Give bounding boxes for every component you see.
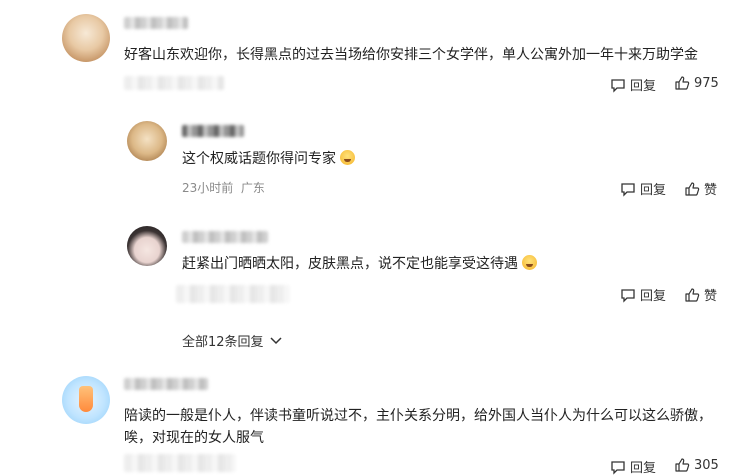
replier-avatar[interactable] (127, 121, 167, 161)
commenter-avatar[interactable] (62, 376, 110, 424)
thumbs-up-icon (685, 181, 700, 196)
comment-icon (611, 460, 625, 475)
reply-text: 赶紧出门晒晒太阳，皮肤黑点，说不定也能享受这待遇 (182, 253, 537, 275)
like-count: 305 (694, 457, 719, 473)
reply-meta: 23小时前 广东 (182, 180, 265, 196)
comment-meta-blurred (124, 76, 224, 90)
thumbs-up-icon (685, 287, 700, 302)
replier-name-blurred[interactable] (182, 231, 268, 243)
thumbs-up-icon (675, 76, 690, 90)
reply-button[interactable]: 回复 (610, 457, 656, 476)
reply-label: 回复 (630, 461, 657, 476)
like-button[interactable]: 975 (674, 75, 719, 91)
reply-button[interactable]: 回复 (610, 75, 656, 94)
comment-text-continued: 唉，对现在的女人服气 (124, 430, 264, 446)
comment-icon (611, 78, 625, 93)
reply-label: 回复 (640, 289, 667, 304)
like-label: 赞 (704, 289, 718, 304)
like-button[interactable]: 305 (674, 457, 719, 473)
like-label: 赞 (704, 183, 718, 198)
replier-avatar[interactable] (127, 226, 167, 266)
laughing-emoji-icon (340, 150, 355, 165)
reply-button[interactable]: 回复 (620, 179, 666, 198)
reply-meta-blurred (176, 285, 290, 303)
comment-text: 好客山东欢迎你，长得黑点的过去当场给你安排三个女学伴，单人公寓外加一年十来万助学… (124, 47, 698, 63)
comment-icon (621, 182, 635, 197)
commenter-name-blurred[interactable] (124, 17, 188, 29)
drink-icon (79, 386, 93, 412)
reply-label: 回复 (630, 79, 657, 94)
show-all-replies-button[interactable]: 全部12条回复 (182, 331, 282, 350)
comment-text: 陪读的一般是仆人，伴读书童听说过不，主仆关系分明，给外国人当仆人为什么可以这么骄… (124, 408, 712, 424)
commenter-avatar[interactable] (62, 14, 110, 62)
comment-meta-blurred (124, 454, 236, 472)
reply-button[interactable]: 回复 (620, 285, 666, 304)
thumbs-up-icon (675, 458, 690, 472)
like-button[interactable]: 赞 (684, 179, 717, 198)
commenter-name-blurred[interactable] (124, 378, 208, 390)
like-button[interactable]: 赞 (684, 285, 717, 304)
comment-icon (621, 288, 635, 303)
reply-location: 广东 (240, 181, 265, 195)
like-count: 975 (694, 75, 719, 91)
reply-time: 23小时前 (182, 181, 234, 195)
show-all-replies-label: 全部12条回复 (182, 335, 264, 350)
smiling-emoji-icon (522, 255, 537, 270)
reply-text: 这个权威话题你得问专家 (182, 148, 355, 170)
chevron-down-icon (270, 336, 282, 344)
replier-name-blurred[interactable] (182, 125, 244, 137)
reply-label: 回复 (640, 183, 667, 198)
